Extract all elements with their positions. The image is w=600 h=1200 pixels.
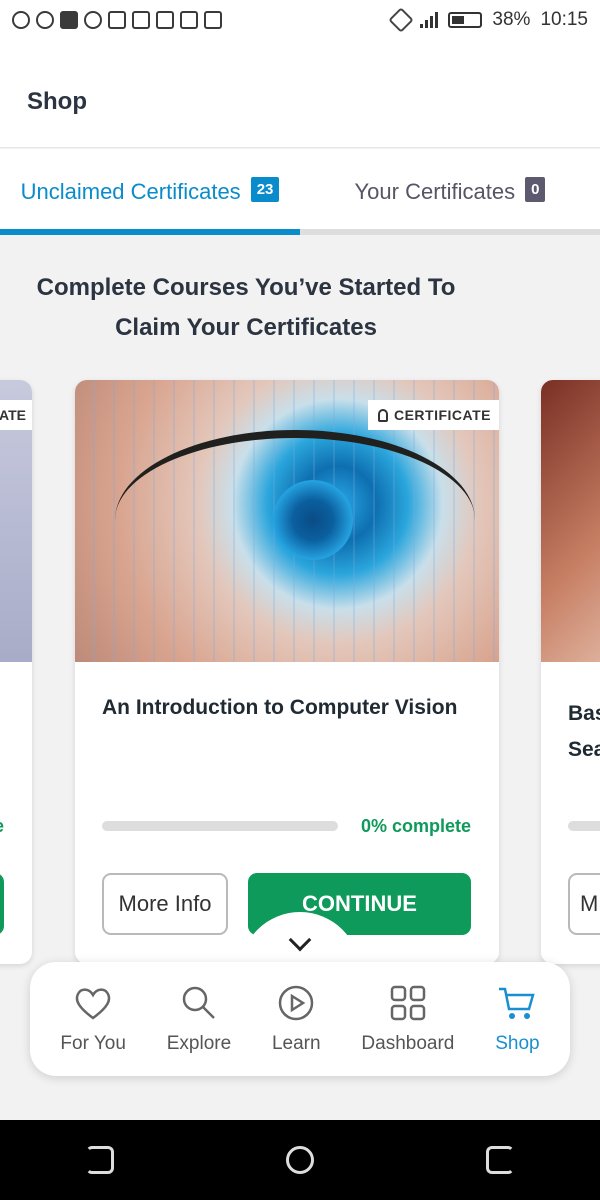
clock: 10:15: [540, 9, 588, 30]
status-bar: 38% 10:15: [0, 0, 600, 40]
section-heading: Complete Courses You’ve Started To Claim…: [0, 268, 492, 348]
heading-line-1: Complete Courses You’ve Started To: [36, 274, 456, 301]
certificate-icon: [377, 408, 388, 422]
play-circle-icon: [276, 983, 316, 1023]
home-icon[interactable]: [286, 1146, 314, 1174]
battery-percent: 38%: [492, 9, 531, 30]
more-info-button[interactable]: More Info: [102, 873, 228, 935]
course-title: An Introduction to Computer Vision: [102, 696, 458, 719]
course-card-next[interactable]: Bas Sea M: [541, 380, 600, 964]
cart-icon: [497, 983, 537, 1023]
tab-underline: [0, 229, 300, 235]
image-icon: [132, 11, 150, 29]
facebook-app-icon: [60, 11, 78, 29]
tab-your-certificates[interactable]: Your Certificates 0: [300, 149, 600, 235]
course-card-previous[interactable]: ATE e: [0, 380, 32, 964]
app-header: Shop: [0, 40, 600, 148]
count-badge: 0: [525, 176, 546, 202]
notification-icons: [12, 11, 222, 29]
phone-icon: [156, 11, 174, 29]
progress-label: 0% complete: [360, 816, 471, 836]
nav-label: Explore: [166, 1033, 232, 1054]
nav-item-dashboard[interactable]: Dashboard: [361, 983, 454, 1055]
count-badge: 23: [250, 176, 280, 202]
certificate-tabs: Unclaimed Certificates 23 Your Certifica…: [0, 149, 600, 235]
back-icon[interactable]: [86, 1146, 114, 1174]
tab-underline: [300, 229, 600, 235]
search-icon: [179, 983, 219, 1023]
tab-label: Unclaimed Certificates: [20, 179, 241, 204]
continue-button[interactable]: [0, 873, 4, 935]
certificate-badge: CERTIFICATE: [367, 400, 499, 430]
nav-label: Dashboard: [361, 1033, 455, 1054]
facebook-icon: [36, 11, 54, 29]
nav-item-for-you[interactable]: For You: [60, 983, 126, 1055]
messenger-icon: [84, 11, 102, 29]
course-title: Bas Sea: [568, 702, 600, 761]
course-image: CERTIFICATE: [75, 380, 499, 662]
progress-bar: [568, 821, 600, 831]
nav-label: Learn: [271, 1033, 321, 1054]
battery-icon: [448, 12, 483, 28]
system-navigation: [0, 1120, 600, 1200]
status-right: 38% 10:15: [388, 7, 588, 33]
certificate-badge-label: CERTIFICATE: [393, 407, 491, 423]
tab-unclaimed-certificates[interactable]: Unclaimed Certificates 23: [0, 149, 300, 235]
nav-item-explore[interactable]: Explore: [167, 983, 231, 1055]
page-title: Shop: [27, 88, 87, 115]
certificate-badge: ATE: [0, 400, 32, 430]
download-icon: [108, 11, 126, 29]
chat-icon: [12, 11, 30, 29]
heading-line-2: Claim Your Certificates: [115, 314, 377, 341]
progress-label: e: [0, 816, 4, 837]
bottom-navigation: For You Explore Learn Dashboard Shop: [30, 962, 570, 1076]
grid-icon: [388, 983, 428, 1023]
heart-icon: [73, 983, 113, 1023]
nav-item-shop[interactable]: Shop: [495, 983, 540, 1055]
nav-label: Shop: [495, 1033, 540, 1054]
more-info-button[interactable]: M: [568, 873, 600, 935]
course-image: [541, 380, 600, 662]
recent-apps-icon[interactable]: [486, 1146, 514, 1174]
chevron-down-icon: [288, 928, 312, 952]
auto-rotate-icon: [388, 7, 415, 33]
course-card[interactable]: CERTIFICATE An Introduction to Computer …: [75, 380, 499, 964]
progress-bar: [102, 821, 338, 831]
nav-item-learn[interactable]: Learn: [272, 983, 321, 1055]
play-store-icon: [204, 11, 222, 29]
calendar-icon: [180, 11, 198, 29]
tab-label: Your Certificates: [354, 179, 516, 204]
signal-icon: [420, 12, 439, 28]
nav-label: For You: [60, 1033, 126, 1054]
